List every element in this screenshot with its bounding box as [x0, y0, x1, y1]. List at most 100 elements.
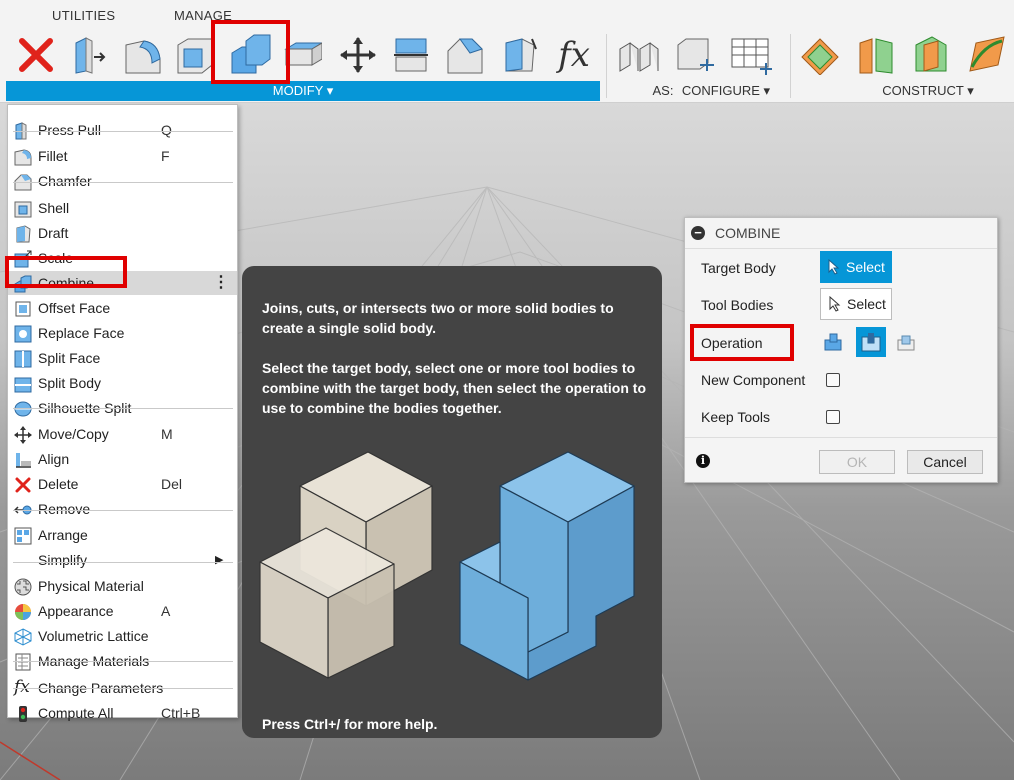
menu-item-label: Split Face — [38, 350, 101, 366]
menu-item-shortcut: Ctrl+B — [161, 705, 201, 721]
menu-item-label: Draft — [38, 225, 69, 241]
combine-tool-button[interactable] — [226, 33, 274, 77]
construct-group-dropdown[interactable]: CONSTRUCT ▾ — [870, 81, 986, 101]
menu-item-align[interactable]: Align — [8, 447, 237, 471]
menu-item-split-face[interactable]: Split Face — [8, 346, 237, 370]
fx-icon: fx — [14, 677, 30, 697]
cancel-button[interactable]: Cancel — [907, 450, 983, 474]
menu-item-combine[interactable]: Combine ⋮ — [8, 271, 237, 295]
cursor-arrow-icon — [828, 259, 840, 275]
menu-item-label: Physical Material — [38, 578, 144, 594]
shell-icon — [14, 200, 32, 218]
menu-item-shell[interactable]: Shell — [8, 196, 237, 220]
cut-icon — [861, 333, 881, 352]
midplane-tool-button[interactable] — [910, 33, 954, 77]
new-component-label: New Component — [701, 372, 806, 388]
menu-item-physical-material[interactable]: Physical Material — [8, 574, 237, 598]
offset-face-tool-button[interactable] — [280, 33, 324, 77]
menu-item-arrange[interactable]: Arrange — [8, 523, 237, 547]
chamfer-icon — [447, 38, 483, 74]
combine-tooltip: Joins, cuts, or intersects two or more s… — [242, 266, 662, 738]
menu-item-draft[interactable]: Draft — [8, 221, 237, 245]
menu-item-label: Compute All — [38, 705, 114, 721]
more-options-icon[interactable]: ⋮ — [213, 271, 229, 295]
configure-table-tool-button[interactable] — [730, 33, 774, 77]
chamfer-tool-button[interactable] — [442, 33, 486, 77]
press-pull-tool-button[interactable] — [68, 33, 112, 77]
menu-separator — [13, 131, 233, 132]
align-tool-button[interactable] — [388, 33, 432, 77]
compute-all-icon — [14, 705, 32, 723]
menu-item-offset-face[interactable]: Offset Face — [8, 296, 237, 320]
operation-cut-button[interactable] — [856, 327, 886, 357]
move-tool-button[interactable] — [336, 33, 380, 77]
tooltip-help-hint: Press Ctrl+/ for more help. — [262, 716, 438, 732]
tab-utilities[interactable]: UTILITIES — [52, 8, 115, 23]
operation-join-button[interactable] — [821, 330, 845, 354]
tool-bodies-select-button[interactable]: Select — [820, 288, 892, 320]
menu-item-shortcut: F — [161, 148, 170, 164]
info-icon[interactable]: i — [696, 454, 710, 468]
move-copy-icon — [14, 426, 32, 444]
menu-item-shortcut: Q — [161, 122, 172, 138]
manage-materials-icon — [14, 653, 32, 671]
menu-item-split-body[interactable]: Split Body — [8, 371, 237, 395]
plane-at-angle-tool-button[interactable] — [856, 33, 900, 77]
menu-item-volumetric-lattice[interactable]: Volumetric Lattice — [8, 624, 237, 648]
split-face-icon — [14, 350, 32, 368]
modify-group-dropdown[interactable]: MODIFY ▾ — [6, 81, 600, 101]
menu-item-appearance[interactable]: Appearance A — [8, 599, 237, 623]
target-body-select-button[interactable]: Select — [820, 251, 892, 283]
configure-group-dropdown[interactable]: CONFIGURE ▾ — [676, 81, 776, 101]
shell-tool-button[interactable] — [172, 33, 216, 77]
combine-illustration — [259, 451, 635, 681]
menu-item-label: Simplify — [38, 552, 88, 568]
menu-item-label: Move/Copy — [38, 426, 109, 442]
fx-icon: fx — [558, 35, 590, 75]
assemble-group-label[interactable]: AS: — [650, 81, 676, 101]
offset-face-icon — [14, 300, 32, 318]
keep-tools-label: Keep Tools — [701, 409, 771, 425]
menu-item-replace-face[interactable]: Replace Face — [8, 321, 237, 345]
change-parameters-tool-button[interactable]: fx — [552, 33, 596, 77]
delete-tool-button[interactable] — [14, 33, 58, 77]
toolbar: UTILITIES MANAGE fx MODIFY ▾ AS: CONFIGU… — [0, 0, 1014, 103]
menu-item-label: Replace Face — [38, 325, 125, 341]
fillet-icon — [125, 40, 161, 74]
combine-icon — [14, 275, 32, 293]
menu-item-shortcut: A — [161, 603, 171, 619]
modify-group-label: MODIFY ▾ — [272, 83, 334, 98]
offset-face-icon — [284, 42, 322, 66]
intersect-icon — [897, 335, 915, 351]
operation-intersect-button[interactable] — [894, 330, 918, 354]
tangent-plane-tool-button[interactable] — [964, 33, 1008, 77]
menu-item-remove[interactable]: Remove — [8, 497, 237, 521]
menu-item-delete[interactable]: Delete Del — [8, 472, 237, 496]
toolbar-separator — [790, 34, 791, 98]
menu-item-press-pull[interactable]: Press Pull Q — [8, 118, 237, 142]
menu-item-chamfer[interactable]: Chamfer — [8, 169, 237, 193]
offset-plane-tool-button[interactable] — [800, 33, 844, 77]
tool-bodies-select-label: Select — [847, 296, 886, 312]
delete-icon — [19, 38, 53, 72]
menu-separator — [13, 182, 233, 183]
fillet-tool-button[interactable] — [120, 33, 164, 77]
configure-rows-tool-button[interactable] — [674, 33, 718, 77]
menu-item-simplify[interactable]: Simplify ▶ — [8, 548, 237, 572]
menu-item-fillet[interactable]: Fillet F — [8, 144, 237, 168]
ok-button[interactable]: OK — [819, 450, 895, 474]
collapse-icon[interactable]: − — [691, 226, 705, 240]
new-component-checkbox[interactable] — [826, 373, 840, 387]
assemble-tool-button[interactable] — [616, 33, 660, 77]
menu-item-move-copy[interactable]: Move/Copy M — [8, 422, 237, 446]
tab-manage[interactable]: MANAGE — [174, 8, 232, 23]
keep-tools-checkbox[interactable] — [826, 410, 840, 424]
menu-item-label: Split Body — [38, 375, 102, 391]
midplane-icon — [915, 36, 947, 72]
menu-item-scale[interactable]: Scale — [8, 246, 237, 270]
menu-item-compute-all[interactable]: Compute All Ctrl+B — [8, 701, 237, 725]
arrange-icon — [14, 527, 32, 545]
appearance-icon — [14, 603, 32, 621]
menu-item-label: Appearance — [38, 603, 114, 619]
draft-tool-button[interactable] — [496, 33, 540, 77]
